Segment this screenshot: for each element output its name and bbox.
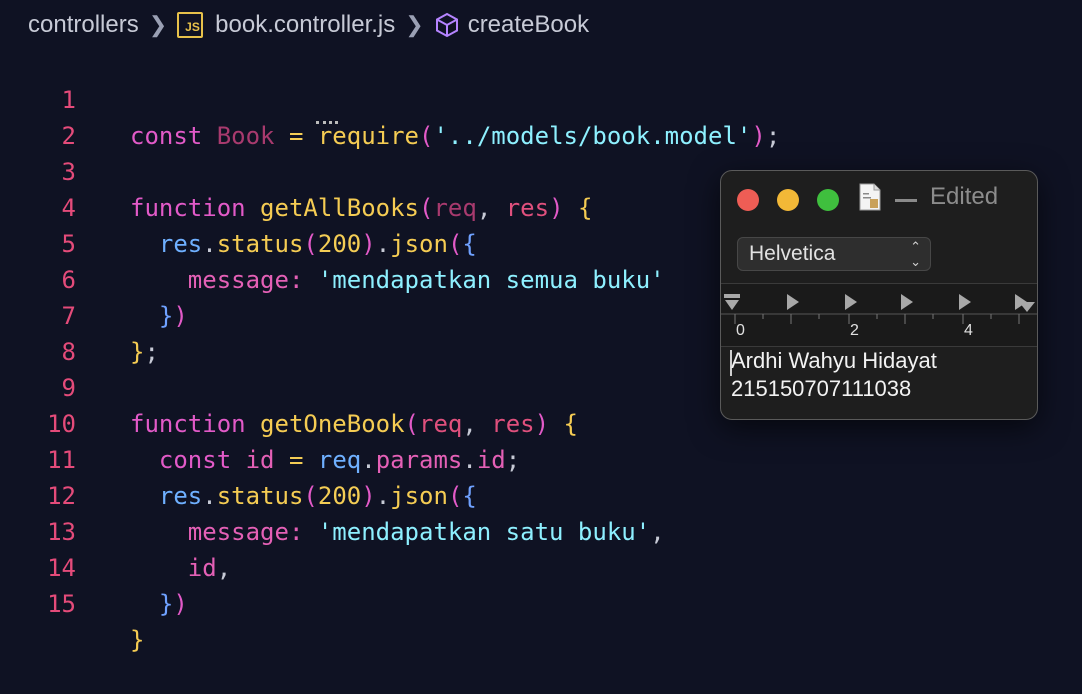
- document-line: 215150707111038: [731, 376, 912, 401]
- code-line[interactable]: 1 const Book = require('../models/book.m…: [0, 46, 781, 150]
- code-text: res.status(200).json({: [158, 482, 477, 510]
- textedit-window[interactable]: Edited Helvetica ⌃ ⌄ 0 2 4 Ardhi Wahyu H…: [720, 170, 1038, 420]
- code-text: function getOneBook(req, res) {: [130, 410, 578, 438]
- breadcrumb-symbol[interactable]: createBook: [468, 11, 589, 39]
- breadcrumb: controllers ❯ JS book.controller.js ❯ cr…: [28, 6, 589, 44]
- ruler-marks: [721, 294, 1037, 324]
- code-text: };: [130, 338, 159, 366]
- code-line[interactable]: 4 res.status(200).json({: [0, 154, 477, 258]
- document-line: Ardhi Wahyu Hidayat: [731, 348, 937, 373]
- code-line[interactable]: 6 }): [0, 226, 188, 330]
- breadcrumb-folder[interactable]: controllers: [28, 11, 139, 39]
- chevron-right-icon: ❯: [148, 12, 168, 37]
- code-line[interactable]: 7 };: [0, 262, 159, 366]
- code-text: message: 'mendapatkan semua buku': [187, 266, 665, 294]
- code-text: message: 'mendapatkan satu buku',: [187, 518, 665, 546]
- font-family-select[interactable]: Helvetica ⌃ ⌄: [737, 237, 931, 271]
- document-text-area[interactable]: Ardhi Wahyu Hidayat 215150707111038: [731, 347, 1027, 403]
- font-family-value: Helvetica: [749, 242, 836, 265]
- code-text: res.status(200).json({: [158, 230, 477, 258]
- minimize-button[interactable]: [777, 189, 799, 211]
- code-line[interactable]: 12 message: 'mendapatkan satu buku',: [0, 442, 665, 546]
- up-down-chevron-icon: ⌃ ⌄: [910, 239, 921, 269]
- javascript-file-icon: JS: [177, 12, 204, 38]
- zoom-button[interactable]: [817, 189, 839, 211]
- code-line[interactable]: 5 message: 'mendapatkan semua buku': [0, 190, 665, 294]
- code-line[interactable]: 2: [0, 82, 76, 150]
- code-line[interactable]: 9 function getOneBook(req, res) {: [0, 334, 578, 438]
- document-icon[interactable]: [859, 183, 881, 211]
- ruler-label: 2: [850, 322, 859, 339]
- ruler[interactable]: 0 2 4: [721, 283, 1037, 347]
- ruler-label: 4: [964, 322, 973, 339]
- code-text: }): [158, 590, 188, 618]
- code-line[interactable]: 14 }): [0, 514, 188, 618]
- code-line[interactable]: 3 function getAllBooks(req, res) {: [0, 118, 593, 222]
- close-button[interactable]: [737, 189, 759, 211]
- tab-stop-icon: [724, 294, 1035, 312]
- code-text: const id = req.params.id;: [158, 446, 521, 474]
- code-line[interactable]: 13 id,: [0, 478, 231, 582]
- line-number: 15: [47, 590, 76, 618]
- code-line[interactable]: 11 res.status(200).json({: [0, 406, 477, 510]
- code-text: function getAllBooks(req, res) {: [130, 194, 593, 222]
- ruler-label: 0: [736, 322, 745, 339]
- window-title: Edited: [930, 183, 999, 210]
- code-text: const Book = require('../models/book.mod…: [130, 122, 781, 150]
- chevron-right-icon: ❯: [405, 12, 424, 37]
- code-text: }): [158, 302, 188, 330]
- code-line[interactable]: 15 }: [0, 550, 144, 654]
- code-text: }: [130, 626, 145, 654]
- hint-dots: [316, 121, 338, 124]
- code-line[interactable]: 8: [0, 298, 76, 366]
- cube-method-icon: [435, 12, 458, 38]
- code-line[interactable]: 10 const id = req.params.id;: [0, 370, 520, 474]
- breadcrumb-file[interactable]: book.controller.js: [215, 11, 395, 39]
- title-separator: [895, 199, 917, 202]
- window-titlebar[interactable]: Edited: [721, 171, 1037, 227]
- code-text: id,: [187, 554, 232, 582]
